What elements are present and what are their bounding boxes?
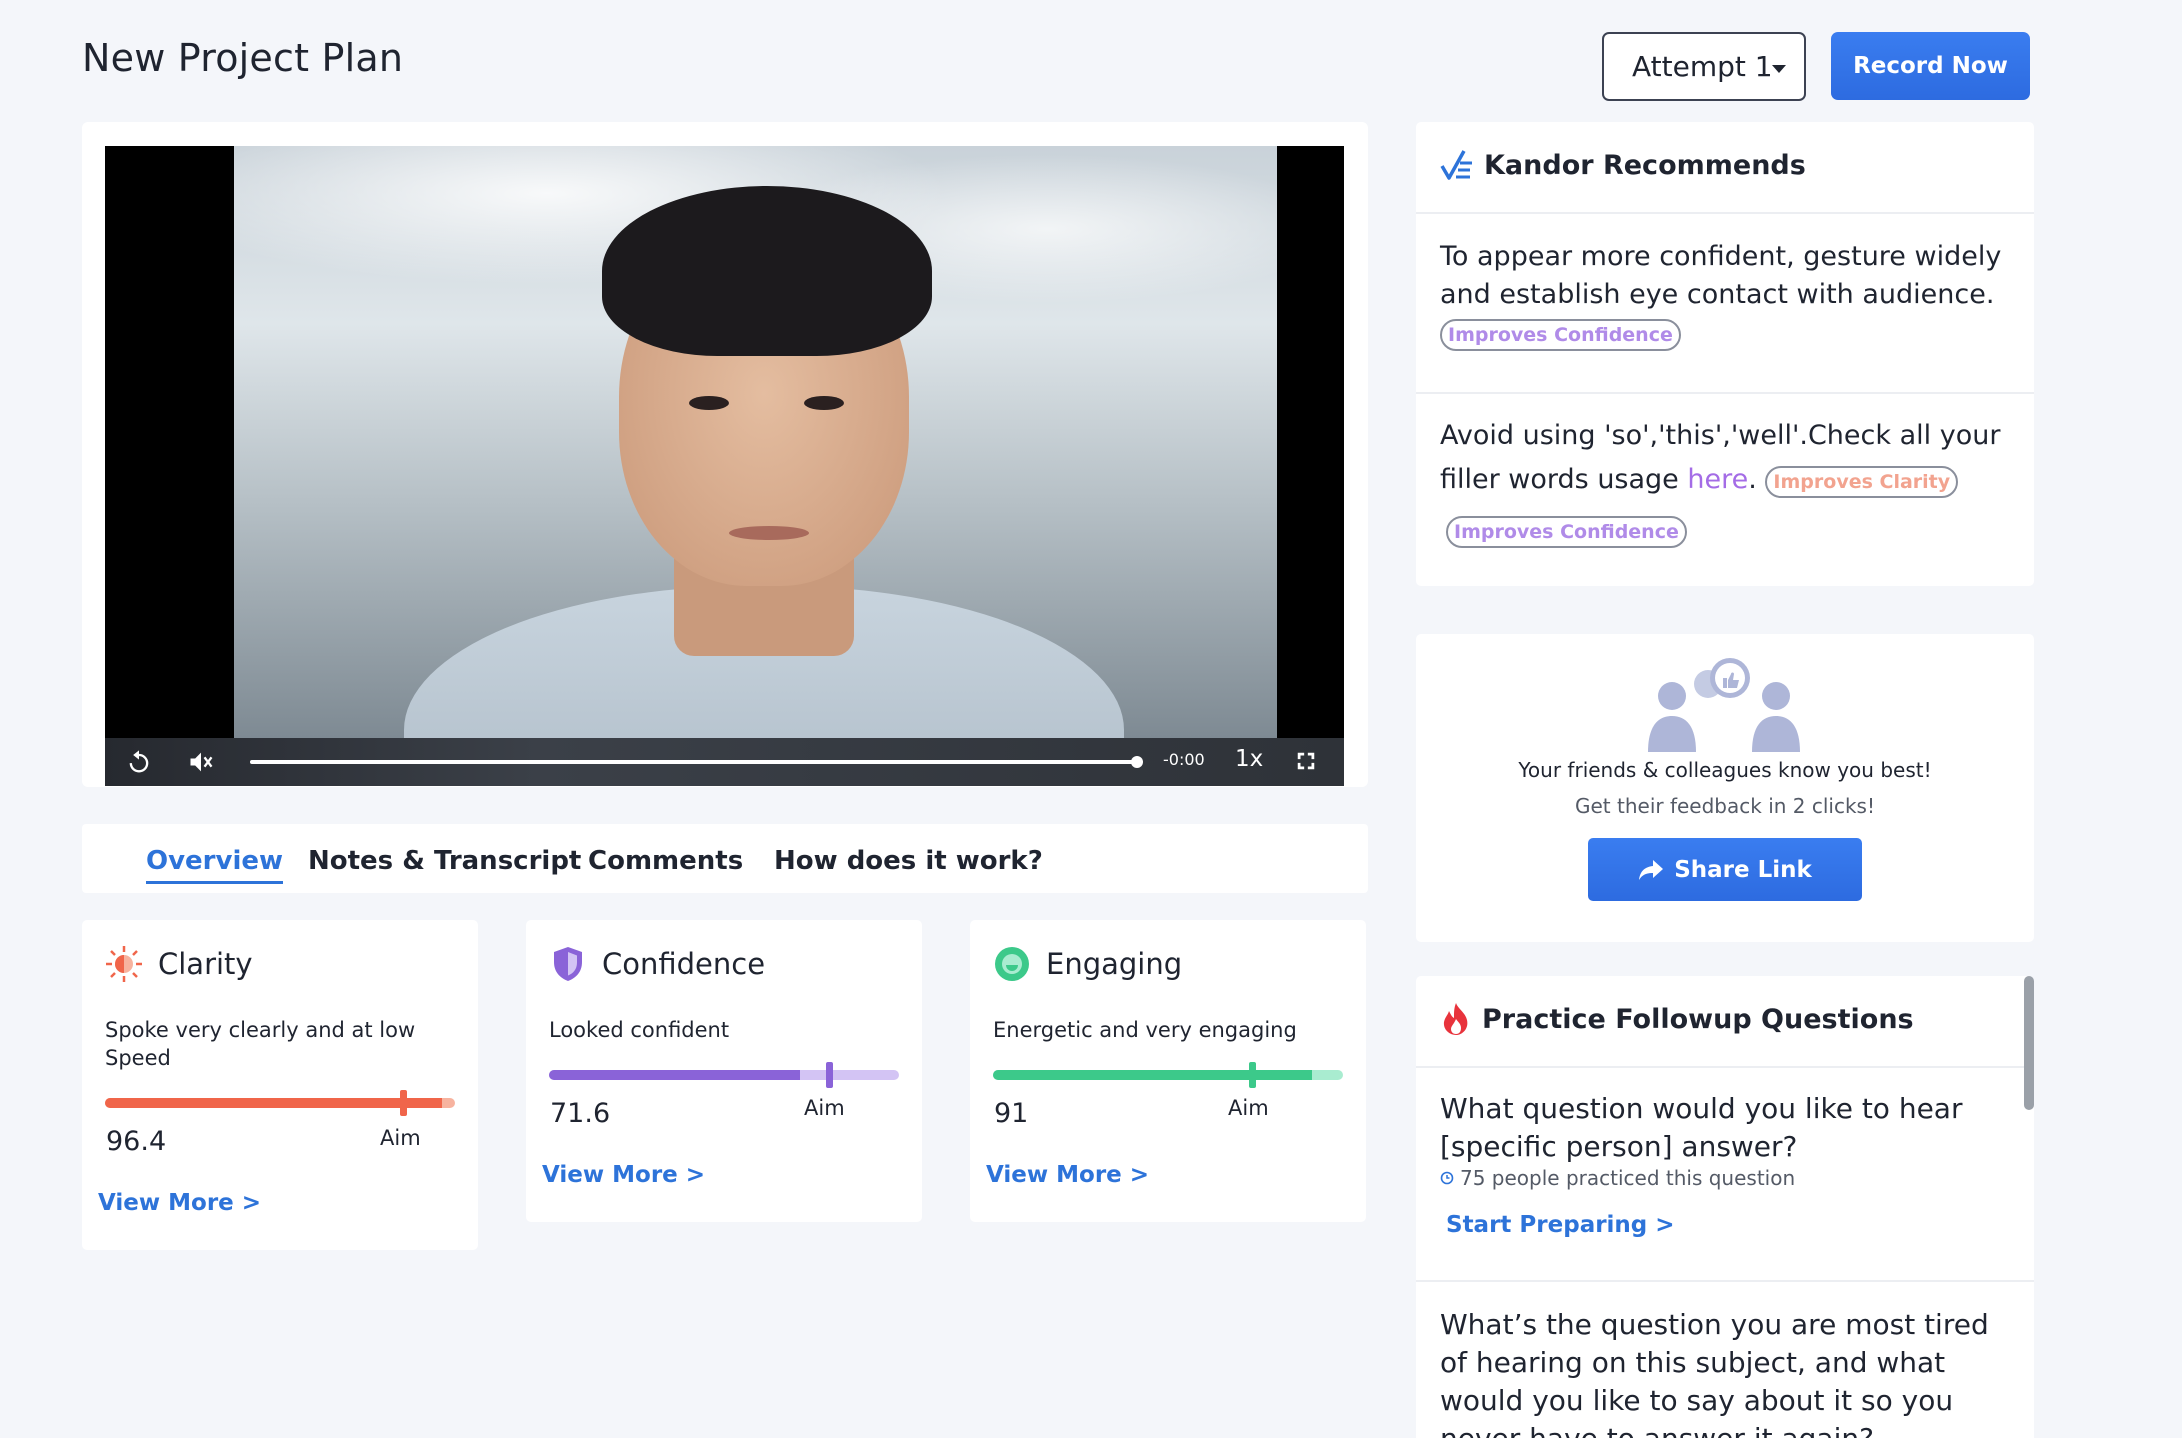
hair-shape [602,186,932,356]
confidence-bar [549,1062,899,1088]
confidence-card: Confidence Looked confident 71.6 Aim Vie… [526,920,922,1222]
record-now-button[interactable]: Record Now [1831,32,2030,100]
tab-notes-transcript[interactable]: Notes & Transcript [308,846,581,876]
question-practice-count: 75 people practiced this question [1460,1166,1796,1190]
improves-confidence-tag: Improves Confidence [1446,516,1687,548]
video-player[interactable]: -0:00 1x [105,146,1344,786]
clarity-bar-fill [105,1098,443,1108]
tab-how-it-works[interactable]: How does it work? [774,846,1043,876]
engaging-score: 91 [994,1098,1029,1129]
engaging-title: Engaging [1046,947,1183,981]
right-eye [804,396,844,410]
clarity-view-more-link[interactable]: View More > [98,1190,261,1216]
recommendation-item: Avoid using 'so','this','well'.Check all… [1440,414,2020,552]
clarity-sun-icon [106,946,142,982]
time-readout: -0:00 [1163,750,1205,769]
recommendation-text-end: . [1748,464,1757,495]
start-preparing-link[interactable]: Start Preparing > [1446,1212,1675,1238]
tab-overview[interactable]: Overview [146,846,284,884]
divider [1416,212,2034,214]
caret-down-icon [1772,65,1786,73]
confidence-aim-label: Aim [804,1096,845,1120]
engaging-bar [993,1062,1343,1088]
video-frame [234,146,1277,738]
engaging-aim-label: Aim [1228,1096,1269,1120]
clarity-card: Clarity Spoke very clearly and at low Sp… [82,920,478,1250]
video-controls: -0:00 1x [105,738,1344,786]
clarity-aim-label: Aim [380,1126,421,1150]
progress-track[interactable] [250,760,1138,764]
question-meta: 75 people practiced this question [1440,1166,1795,1190]
tab-comments[interactable]: Comments [588,846,743,876]
improves-clarity-tag: Improves Clarity [1765,466,1959,498]
filler-words-here-link[interactable]: here [1687,464,1748,495]
kandor-logo-icon [1440,150,1472,180]
playback-speed-button[interactable]: 1x [1235,746,1263,772]
attempt-select-value: Attempt 1 [1632,50,1773,83]
question-text: What question would you like to hear [sp… [1440,1092,1963,1163]
confidence-shield-icon [554,947,582,981]
improves-confidence-tag: Improves Confidence [1440,319,1681,351]
fullscreen-icon[interactable] [1295,750,1317,772]
share-card: Your friends & colleagues know you best!… [1416,634,2034,942]
divider [1416,1280,2034,1282]
confidence-score: 71.6 [550,1098,611,1129]
share-link-button[interactable]: Share Link [1588,838,1862,901]
practice-count-icon [1440,1171,1454,1185]
confidence-view-more-link[interactable]: View More > [542,1162,705,1188]
practice-title: Practice Followup Questions [1482,1003,1914,1035]
engaging-description: Energetic and very engaging [993,1018,1297,1042]
recommendations-card: Kandor Recommends To appear more confide… [1416,122,2034,586]
divider [1416,392,2034,394]
tabs-bar: Overview Notes & Transcript Comments How… [82,824,1368,893]
left-eye [689,396,729,410]
engaging-bar-fill [993,1070,1312,1080]
progress-knob[interactable] [1131,756,1143,768]
share-subtext: Get their feedback in 2 clicks! [1575,794,1875,818]
attempt-select[interactable]: Attempt 1 [1602,32,1806,101]
divider [1416,1066,2034,1068]
practice-scrollbar[interactable] [2024,976,2034,1110]
clarity-aim-marker [399,1090,407,1116]
recommendation-text: To appear more confident, gesture widely… [1440,241,2002,310]
recommendations-title: Kandor Recommends [1484,149,1806,181]
engaging-aim-marker [1249,1062,1256,1088]
recommendation-item: To appear more confident, gesture widely… [1440,238,2020,352]
question-text: What’s the question you are most tired o… [1440,1308,1989,1438]
fire-icon [1443,1003,1468,1035]
confidence-aim-marker [826,1062,833,1088]
share-heading: Your friends & colleagues know you best! [1518,758,1932,782]
clarity-description: Spoke very clearly and at low Speed [105,1018,416,1070]
clarity-score: 96.4 [106,1126,167,1157]
practice-card: Practice Followup Questions What questio… [1416,976,2034,1438]
confidence-bar-fill [549,1070,800,1080]
share-arrow-icon [1639,859,1664,880]
clarity-title: Clarity [158,947,253,981]
confidence-title: Confidence [602,947,766,981]
share-link-label: Share Link [1674,856,1812,883]
replay-icon[interactable] [125,748,153,776]
confidence-description: Looked confident [549,1018,730,1042]
clarity-bar [105,1090,455,1116]
engaging-badge-icon [995,947,1029,981]
page-title: New Project Plan [82,36,404,80]
engaging-card: Engaging Energetic and very engaging 91 … [970,920,1366,1222]
mute-icon[interactable] [187,748,215,776]
mouth [729,526,809,540]
people-feedback-icon [1648,658,1800,752]
engaging-view-more-link[interactable]: View More > [986,1162,1149,1188]
